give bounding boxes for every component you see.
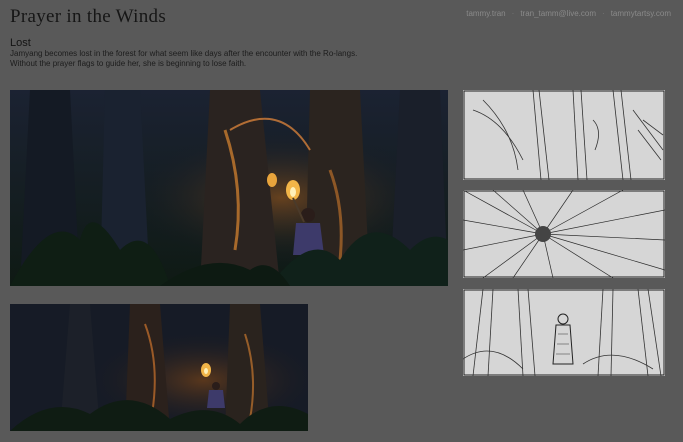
sketch-drawing xyxy=(463,289,665,376)
secondary-illustration xyxy=(10,304,308,431)
artist-website-link[interactable]: tammytartsy.com xyxy=(611,9,671,18)
description-line: Jamyang becomes lost in the forest for w… xyxy=(10,49,358,58)
artist-name: tammy.tran xyxy=(466,9,506,18)
sketch-drawing xyxy=(463,190,665,278)
separator: · xyxy=(511,9,515,18)
section-description: Jamyang becomes lost in the forest for w… xyxy=(10,49,450,69)
sketch-drawing xyxy=(463,90,665,180)
forest-painting xyxy=(10,90,448,286)
storyboard-sketch-2 xyxy=(463,190,665,278)
forest-painting-wide xyxy=(10,304,308,431)
contact-info: tammy.tran · tran_tamm@live.com · tammyt… xyxy=(466,9,671,18)
description-line: Without the prayer flags to guide her, s… xyxy=(10,59,247,68)
main-illustration xyxy=(10,90,448,286)
storyboard-sketch-3 xyxy=(463,289,665,376)
separator: · xyxy=(602,9,605,18)
section-title: Lost xyxy=(10,37,31,49)
artist-email-link[interactable]: tran_tamm@live.com xyxy=(520,9,596,18)
storyboard-sketch-1 xyxy=(463,90,665,180)
page-title: Prayer in the Winds xyxy=(10,6,167,27)
